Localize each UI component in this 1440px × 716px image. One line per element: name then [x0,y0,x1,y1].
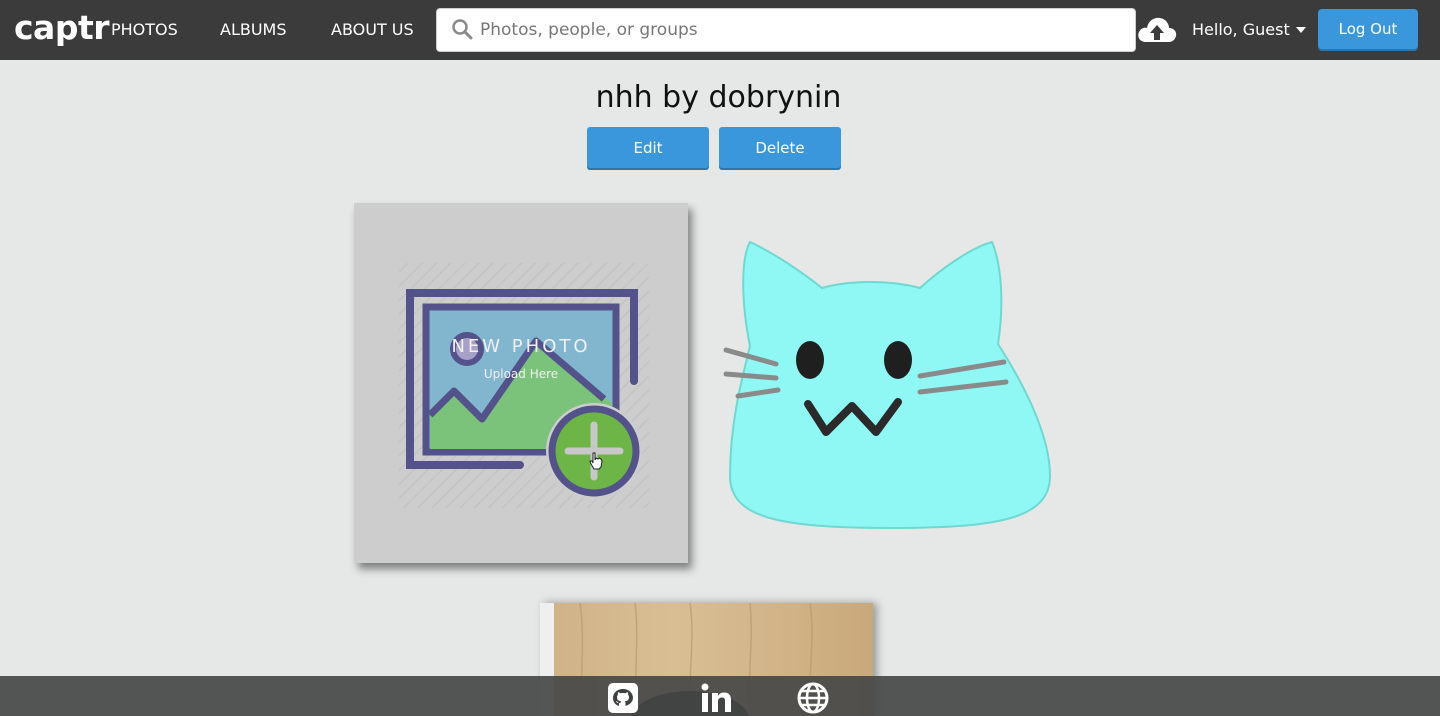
delete-button[interactable]: Delete [719,127,841,168]
nav-link-about-us[interactable]: ABOUT US [331,20,414,39]
user-menu-dropdown[interactable]: Hello, Guest [1192,20,1306,39]
linkedin-icon[interactable] [700,682,734,714]
upload-here-label: Upload Here [483,367,559,381]
cloud-upload-icon[interactable] [1136,10,1178,50]
caret-down-icon [1295,26,1306,33]
navbar: captr PHOTOS ALBUMS ABOUT US Hello, Gues… [0,0,1440,60]
logout-button[interactable]: Log Out [1318,9,1418,49]
nav-link-albums[interactable]: ALBUMS [220,20,287,39]
nav-link-photos[interactable]: PHOTOS [111,20,178,39]
add-image-icon [399,263,649,508]
page-title: nhh by dobrynin [595,80,842,115]
user-greeting: Hello, Guest [1192,20,1290,39]
cat-photo[interactable] [720,236,1065,531]
footer [0,676,1440,716]
new-photo-upload-card[interactable]: NEW PHOTO Upload Here [354,203,688,563]
edit-button[interactable]: Edit [587,127,709,168]
logo[interactable]: captr [14,8,110,47]
globe-icon[interactable] [796,682,830,714]
search-box[interactable] [436,8,1136,52]
search-input[interactable] [480,9,1120,51]
hand-pointer-icon [589,452,603,470]
search-icon [452,19,473,40]
new-photo-label: NEW PHOTO [451,336,591,357]
github-icon[interactable] [606,682,640,714]
